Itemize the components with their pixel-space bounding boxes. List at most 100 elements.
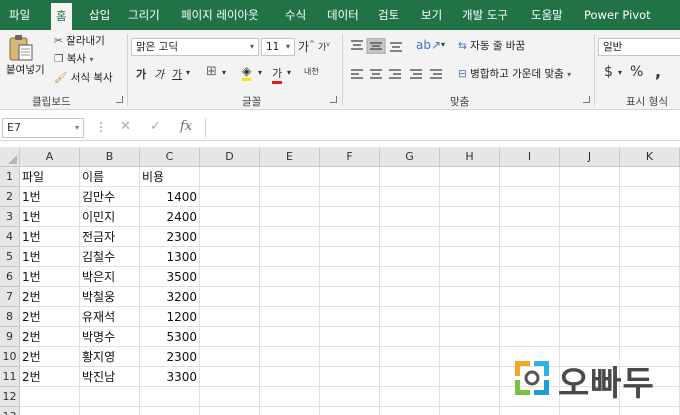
cell-e7[interactable] [260, 287, 320, 307]
underline-button[interactable]: 가 [172, 66, 182, 82]
column-header-g[interactable]: G [380, 147, 440, 167]
column-header-d[interactable]: D [200, 147, 260, 167]
cell-h8[interactable] [440, 307, 500, 327]
wrap-text-button[interactable]: ⇆ 자동 줄 바꿈 [458, 38, 525, 53]
cancel-icon[interactable]: ✕ [120, 119, 131, 134]
cell-k13[interactable] [620, 407, 680, 415]
cell-c10[interactable]: 2300 [140, 347, 200, 367]
cell-a9[interactable]: 2번 [20, 327, 80, 347]
cell-e3[interactable] [260, 207, 320, 227]
cell-d3[interactable] [200, 207, 260, 227]
cell-e11[interactable] [260, 367, 320, 387]
cell-a8[interactable]: 2번 [20, 307, 80, 327]
cell-d8[interactable] [200, 307, 260, 327]
cell-c11[interactable]: 3300 [140, 367, 200, 387]
cell-k1[interactable] [620, 167, 680, 187]
column-header-k[interactable]: K [620, 147, 680, 167]
cell-f8[interactable] [320, 307, 380, 327]
tab-power-pivot[interactable]: Power Pivot [583, 0, 652, 30]
tab-developer[interactable]: 개발 도구 [461, 0, 509, 30]
cell-f11[interactable] [320, 367, 380, 387]
tab-draw[interactable]: 그리기 [127, 0, 161, 30]
cell-j2[interactable] [560, 187, 620, 207]
tab-home[interactable]: 홈 [51, 3, 72, 30]
column-header-h[interactable]: H [440, 147, 500, 167]
cell-d11[interactable] [200, 367, 260, 387]
cell-g5[interactable] [380, 247, 440, 267]
cell-d13[interactable] [200, 407, 260, 415]
cell-f12[interactable] [320, 387, 380, 407]
cell-f6[interactable] [320, 267, 380, 287]
cell-b12[interactable] [80, 387, 140, 407]
chevron-down-icon[interactable]: ▾ [258, 68, 262, 77]
cell-d9[interactable] [200, 327, 260, 347]
more-options-icon[interactable]: ⋮ [95, 120, 107, 134]
cell-f1[interactable] [320, 167, 380, 187]
cell-h12[interactable] [440, 387, 500, 407]
chevron-down-icon[interactable]: ▾ [567, 70, 571, 79]
font-size-dropdown[interactable]: 11 ▾ [261, 38, 295, 56]
cell-c2[interactable]: 1400 [140, 187, 200, 207]
cell-e12[interactable] [260, 387, 320, 407]
cut-button[interactable]: ✂ 잘라내기 [54, 33, 105, 48]
cell-b2[interactable]: 김만수 [80, 187, 140, 207]
cell-c1[interactable]: 비용 [140, 167, 200, 187]
italic-button[interactable]: 가 [154, 66, 164, 82]
cell-f4[interactable] [320, 227, 380, 247]
tab-review[interactable]: 검토 [377, 0, 400, 30]
merge-center-button[interactable]: ⊟ 병합하고 가운데 맞춤 ▾ [458, 66, 571, 81]
cell-i9[interactable] [500, 327, 560, 347]
cell-h9[interactable] [440, 327, 500, 347]
cell-j1[interactable] [560, 167, 620, 187]
enter-icon[interactable]: ✓ [150, 119, 161, 134]
font-launcher-icon[interactable] [330, 96, 337, 103]
cell-d4[interactable] [200, 227, 260, 247]
chevron-down-icon[interactable]: ▾ [89, 55, 93, 64]
cell-g2[interactable] [380, 187, 440, 207]
grow-font-button[interactable]: 가^ [298, 38, 315, 55]
cell-j5[interactable] [560, 247, 620, 267]
cell-j7[interactable] [560, 287, 620, 307]
format-painter-button[interactable]: 🖌 서식 복사 [54, 70, 113, 85]
orientation-icon[interactable]: ab↗ [416, 38, 441, 52]
row-header-7[interactable]: 7 [0, 287, 20, 307]
insert-function-icon[interactable]: fx [180, 119, 192, 134]
cell-c6[interactable]: 3500 [140, 267, 200, 287]
cell-d2[interactable] [200, 187, 260, 207]
cell-b8[interactable]: 유재석 [80, 307, 140, 327]
tab-data[interactable]: 데이터 [326, 0, 360, 30]
currency-button[interactable]: $ [604, 64, 613, 80]
cell-d10[interactable] [200, 347, 260, 367]
cell-e13[interactable] [260, 407, 320, 415]
row-header-5[interactable]: 5 [0, 247, 20, 267]
name-box[interactable]: E7 ▾ [2, 118, 84, 138]
cell-b13[interactable] [80, 407, 140, 415]
cell-e4[interactable] [260, 227, 320, 247]
cell-e2[interactable] [260, 187, 320, 207]
cell-d6[interactable] [200, 267, 260, 287]
cell-i2[interactable] [500, 187, 560, 207]
number-format-dropdown[interactable]: 일반 [598, 38, 680, 56]
cell-k6[interactable] [620, 267, 680, 287]
cell-b5[interactable]: 김철수 [80, 247, 140, 267]
cell-d1[interactable] [200, 167, 260, 187]
cell-h3[interactable] [440, 207, 500, 227]
cell-i13[interactable] [500, 407, 560, 415]
cell-e6[interactable] [260, 267, 320, 287]
tab-insert[interactable]: 삽입 [88, 0, 111, 30]
cell-k5[interactable] [620, 247, 680, 267]
cell-a6[interactable]: 1번 [20, 267, 80, 287]
cell-d7[interactable] [200, 287, 260, 307]
formula-input[interactable] [205, 118, 680, 138]
tab-file[interactable]: 파일 [8, 0, 31, 30]
cell-e8[interactable] [260, 307, 320, 327]
cell-g1[interactable] [380, 167, 440, 187]
cell-i8[interactable] [500, 307, 560, 327]
copy-button[interactable]: ❐ 복사 ▾ [54, 51, 93, 66]
cell-d5[interactable] [200, 247, 260, 267]
cell-c8[interactable]: 1200 [140, 307, 200, 327]
cell-d12[interactable] [200, 387, 260, 407]
cell-i6[interactable] [500, 267, 560, 287]
cell-g4[interactable] [380, 227, 440, 247]
cell-a11[interactable]: 2번 [20, 367, 80, 387]
